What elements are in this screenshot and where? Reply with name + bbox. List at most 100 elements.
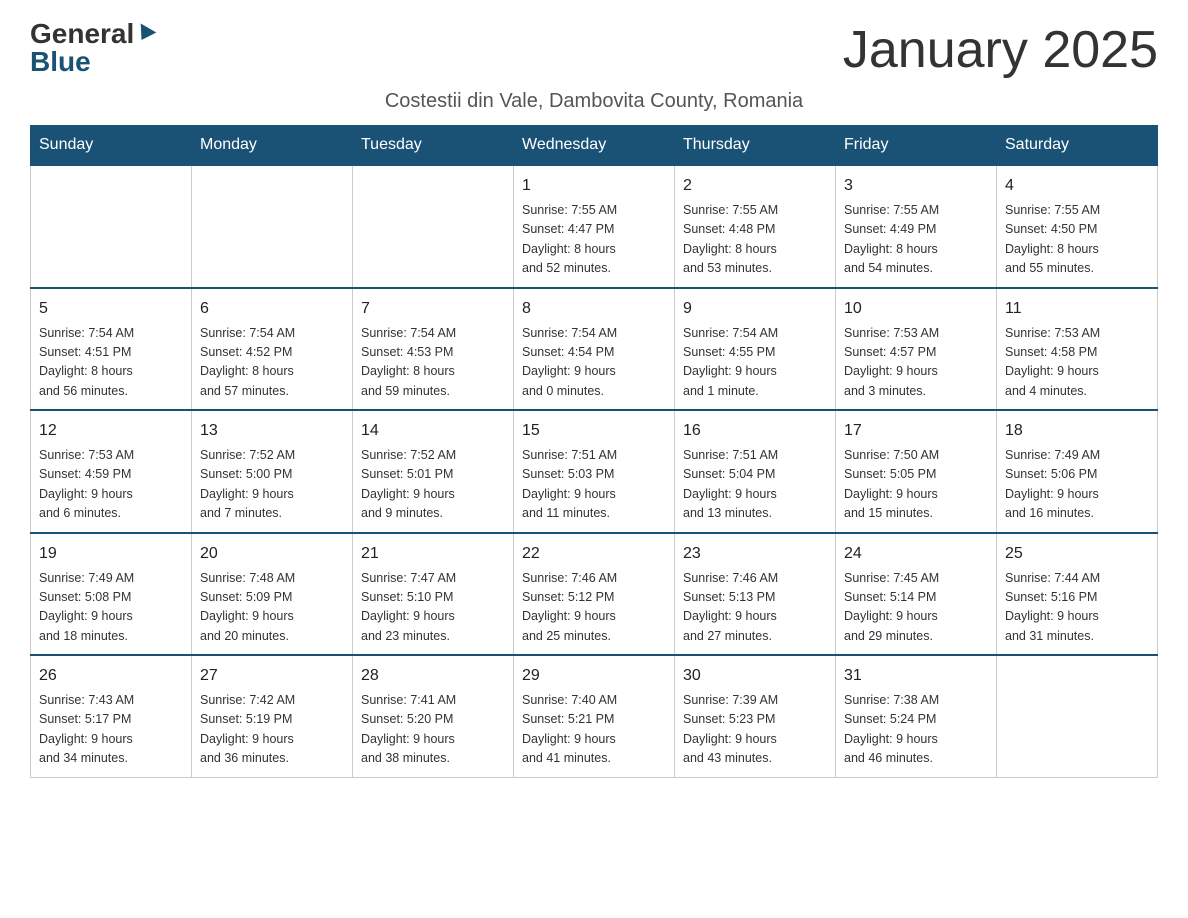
day-info: Sunrise: 7:43 AMSunset: 5:17 PMDaylight:… (39, 691, 183, 769)
calendar-day-cell: 7Sunrise: 7:54 AMSunset: 4:53 PMDaylight… (353, 288, 514, 411)
calendar-day-cell: 19 Sunrise: 7:49 AMSunset: 5:08 PMDayligh… (31, 533, 192, 656)
day-info: Sunrise: 7:44 AMSunset: 5:16 PMDaylight:… (1005, 569, 1149, 647)
day-number: 15 (522, 419, 666, 443)
calendar-day-cell (353, 165, 514, 288)
day-info: Sunrise: 7:54 AMSunset: 4:54 PMDaylight:… (522, 324, 666, 402)
logo: General Blue (30, 20, 154, 76)
day-info: Sunrise: 7:54 AMSunset: 4:52 PMDaylight:… (200, 324, 344, 402)
calendar-day-cell: 15 Sunrise: 7:51 AMSunset: 5:03 PMDayligh… (514, 410, 675, 533)
calendar-day-cell: 18Sunrise: 7:49 AMSunset: 5:06 PMDayligh… (997, 410, 1158, 533)
day-info: Sunrise: 7:51 AMSunset: 5:04 PMDaylight:… (683, 446, 827, 524)
day-number: 21 (361, 542, 505, 566)
day-number: 5 (39, 297, 183, 321)
day-number: 20 (200, 542, 344, 566)
calendar-day-cell: 28 Sunrise: 7:41 AMSunset: 5:20 PMDayligh… (353, 655, 514, 777)
day-info: Sunrise: 7:46 AMSunset: 5:13 PMDaylight:… (683, 569, 827, 647)
days-of-week-row: SundayMondayTuesdayWednesdayThursdayFrid… (31, 126, 1158, 166)
day-info: Sunrise: 7:40 AMSunset: 5:21 PMDaylight:… (522, 691, 666, 769)
calendar-day-cell: 13 Sunrise: 7:52 AMSunset: 5:00 PMDayligh… (192, 410, 353, 533)
day-number: 22 (522, 542, 666, 566)
day-info: Sunrise: 7:55 AMSunset: 4:50 PMDaylight:… (1005, 201, 1149, 279)
calendar-day-cell: 10 Sunrise: 7:53 AMSunset: 4:57 PMDayligh… (836, 288, 997, 411)
day-number: 8 (522, 297, 666, 321)
day-number: 11 (1005, 297, 1149, 321)
day-number: 16 (683, 419, 827, 443)
calendar-day-cell: 29 Sunrise: 7:40 AMSunset: 5:21 PMDayligh… (514, 655, 675, 777)
page-header: General Blue January 2025 (30, 20, 1158, 80)
calendar-day-cell: 5 Sunrise: 7:54 AMSunset: 4:51 PMDaylight… (31, 288, 192, 411)
calendar-day-cell (192, 165, 353, 288)
day-info: Sunrise: 7:55 AMSunset: 4:48 PMDaylight:… (683, 201, 827, 279)
day-number: 23 (683, 542, 827, 566)
calendar-header: SundayMondayTuesdayWednesdayThursdayFrid… (31, 126, 1158, 166)
calendar-body: 1 Sunrise: 7:55 AMSunset: 4:47 PMDaylight… (31, 165, 1158, 777)
calendar-day-cell: 20Sunrise: 7:48 AMSunset: 5:09 PMDayligh… (192, 533, 353, 656)
calendar-week-row: 26 Sunrise: 7:43 AMSunset: 5:17 PMDayligh… (31, 655, 1158, 777)
day-info: Sunrise: 7:52 AMSunset: 5:00 PMDaylight:… (200, 446, 344, 524)
day-info: Sunrise: 7:50 AMSunset: 5:05 PMDaylight:… (844, 446, 988, 524)
calendar-week-row: 1 Sunrise: 7:55 AMSunset: 4:47 PMDaylight… (31, 165, 1158, 288)
calendar-day-cell: 24 Sunrise: 7:45 AMSunset: 5:14 PMDayligh… (836, 533, 997, 656)
day-info: Sunrise: 7:41 AMSunset: 5:20 PMDaylight:… (361, 691, 505, 769)
day-number: 4 (1005, 174, 1149, 198)
day-info: Sunrise: 7:45 AMSunset: 5:14 PMDaylight:… (844, 569, 988, 647)
day-info: Sunrise: 7:55 AMSunset: 4:49 PMDaylight:… (844, 201, 988, 279)
day-info: Sunrise: 7:53 AMSunset: 4:58 PMDaylight:… (1005, 324, 1149, 402)
day-of-week-header: Monday (192, 126, 353, 166)
calendar-day-cell: 22 Sunrise: 7:46 AMSunset: 5:12 PMDayligh… (514, 533, 675, 656)
day-number: 9 (683, 297, 827, 321)
day-number: 10 (844, 297, 988, 321)
day-number: 24 (844, 542, 988, 566)
day-number: 18 (1005, 419, 1149, 443)
calendar-day-cell: 3 Sunrise: 7:55 AMSunset: 4:49 PMDaylight… (836, 165, 997, 288)
day-number: 13 (200, 419, 344, 443)
day-number: 1 (522, 174, 666, 198)
calendar-day-cell: 12 Sunrise: 7:53 AMSunset: 4:59 PMDayligh… (31, 410, 192, 533)
day-info: Sunrise: 7:42 AMSunset: 5:19 PMDaylight:… (200, 691, 344, 769)
calendar-day-cell (997, 655, 1158, 777)
day-info: Sunrise: 7:53 AMSunset: 4:57 PMDaylight:… (844, 324, 988, 402)
day-number: 29 (522, 664, 666, 688)
day-number: 26 (39, 664, 183, 688)
day-info: Sunrise: 7:39 AMSunset: 5:23 PMDaylight:… (683, 691, 827, 769)
calendar-week-row: 12 Sunrise: 7:53 AMSunset: 4:59 PMDayligh… (31, 410, 1158, 533)
day-number: 2 (683, 174, 827, 198)
calendar-day-cell: 11 Sunrise: 7:53 AMSunset: 4:58 PMDayligh… (997, 288, 1158, 411)
day-info: Sunrise: 7:47 AMSunset: 5:10 PMDaylight:… (361, 569, 505, 647)
day-of-week-header: Tuesday (353, 126, 514, 166)
calendar-day-cell: 17 Sunrise: 7:50 AMSunset: 5:05 PMDayligh… (836, 410, 997, 533)
day-number: 3 (844, 174, 988, 198)
day-number: 31 (844, 664, 988, 688)
day-number: 30 (683, 664, 827, 688)
calendar-day-cell: 2 Sunrise: 7:55 AMSunset: 4:48 PMDaylight… (675, 165, 836, 288)
logo-triangle-icon (134, 23, 157, 44)
calendar-day-cell: 16 Sunrise: 7:51 AMSunset: 5:04 PMDayligh… (675, 410, 836, 533)
day-info: Sunrise: 7:51 AMSunset: 5:03 PMDaylight:… (522, 446, 666, 524)
calendar-day-cell: 9Sunrise: 7:54 AMSunset: 4:55 PMDaylight… (675, 288, 836, 411)
calendar-week-row: 19 Sunrise: 7:49 AMSunset: 5:08 PMDayligh… (31, 533, 1158, 656)
day-number: 28 (361, 664, 505, 688)
day-number: 19 (39, 542, 183, 566)
day-of-week-header: Thursday (675, 126, 836, 166)
calendar-day-cell (31, 165, 192, 288)
calendar-day-cell: 25 Sunrise: 7:44 AMSunset: 5:16 PMDayligh… (997, 533, 1158, 656)
calendar-day-cell: 31Sunrise: 7:38 AMSunset: 5:24 PMDayligh… (836, 655, 997, 777)
day-info: Sunrise: 7:49 AMSunset: 5:08 PMDaylight:… (39, 569, 183, 647)
calendar-day-cell: 8 Sunrise: 7:54 AMSunset: 4:54 PMDaylight… (514, 288, 675, 411)
day-info: Sunrise: 7:53 AMSunset: 4:59 PMDaylight:… (39, 446, 183, 524)
calendar-table: SundayMondayTuesdayWednesdayThursdayFrid… (30, 125, 1158, 778)
day-info: Sunrise: 7:54 AMSunset: 4:51 PMDaylight:… (39, 324, 183, 402)
day-number: 17 (844, 419, 988, 443)
day-number: 12 (39, 419, 183, 443)
calendar-day-cell: 1 Sunrise: 7:55 AMSunset: 4:47 PMDaylight… (514, 165, 675, 288)
day-info: Sunrise: 7:55 AMSunset: 4:47 PMDaylight:… (522, 201, 666, 279)
day-info: Sunrise: 7:52 AMSunset: 5:01 PMDaylight:… (361, 446, 505, 524)
location-subtitle: Costestii din Vale, Dambovita County, Ro… (30, 90, 1158, 113)
day-number: 25 (1005, 542, 1149, 566)
day-number: 7 (361, 297, 505, 321)
day-info: Sunrise: 7:46 AMSunset: 5:12 PMDaylight:… (522, 569, 666, 647)
day-number: 14 (361, 419, 505, 443)
logo-blue-text: Blue (30, 48, 154, 76)
calendar-day-cell: 27Sunrise: 7:42 AMSunset: 5:19 PMDayligh… (192, 655, 353, 777)
calendar-day-cell: 4 Sunrise: 7:55 AMSunset: 4:50 PMDaylight… (997, 165, 1158, 288)
